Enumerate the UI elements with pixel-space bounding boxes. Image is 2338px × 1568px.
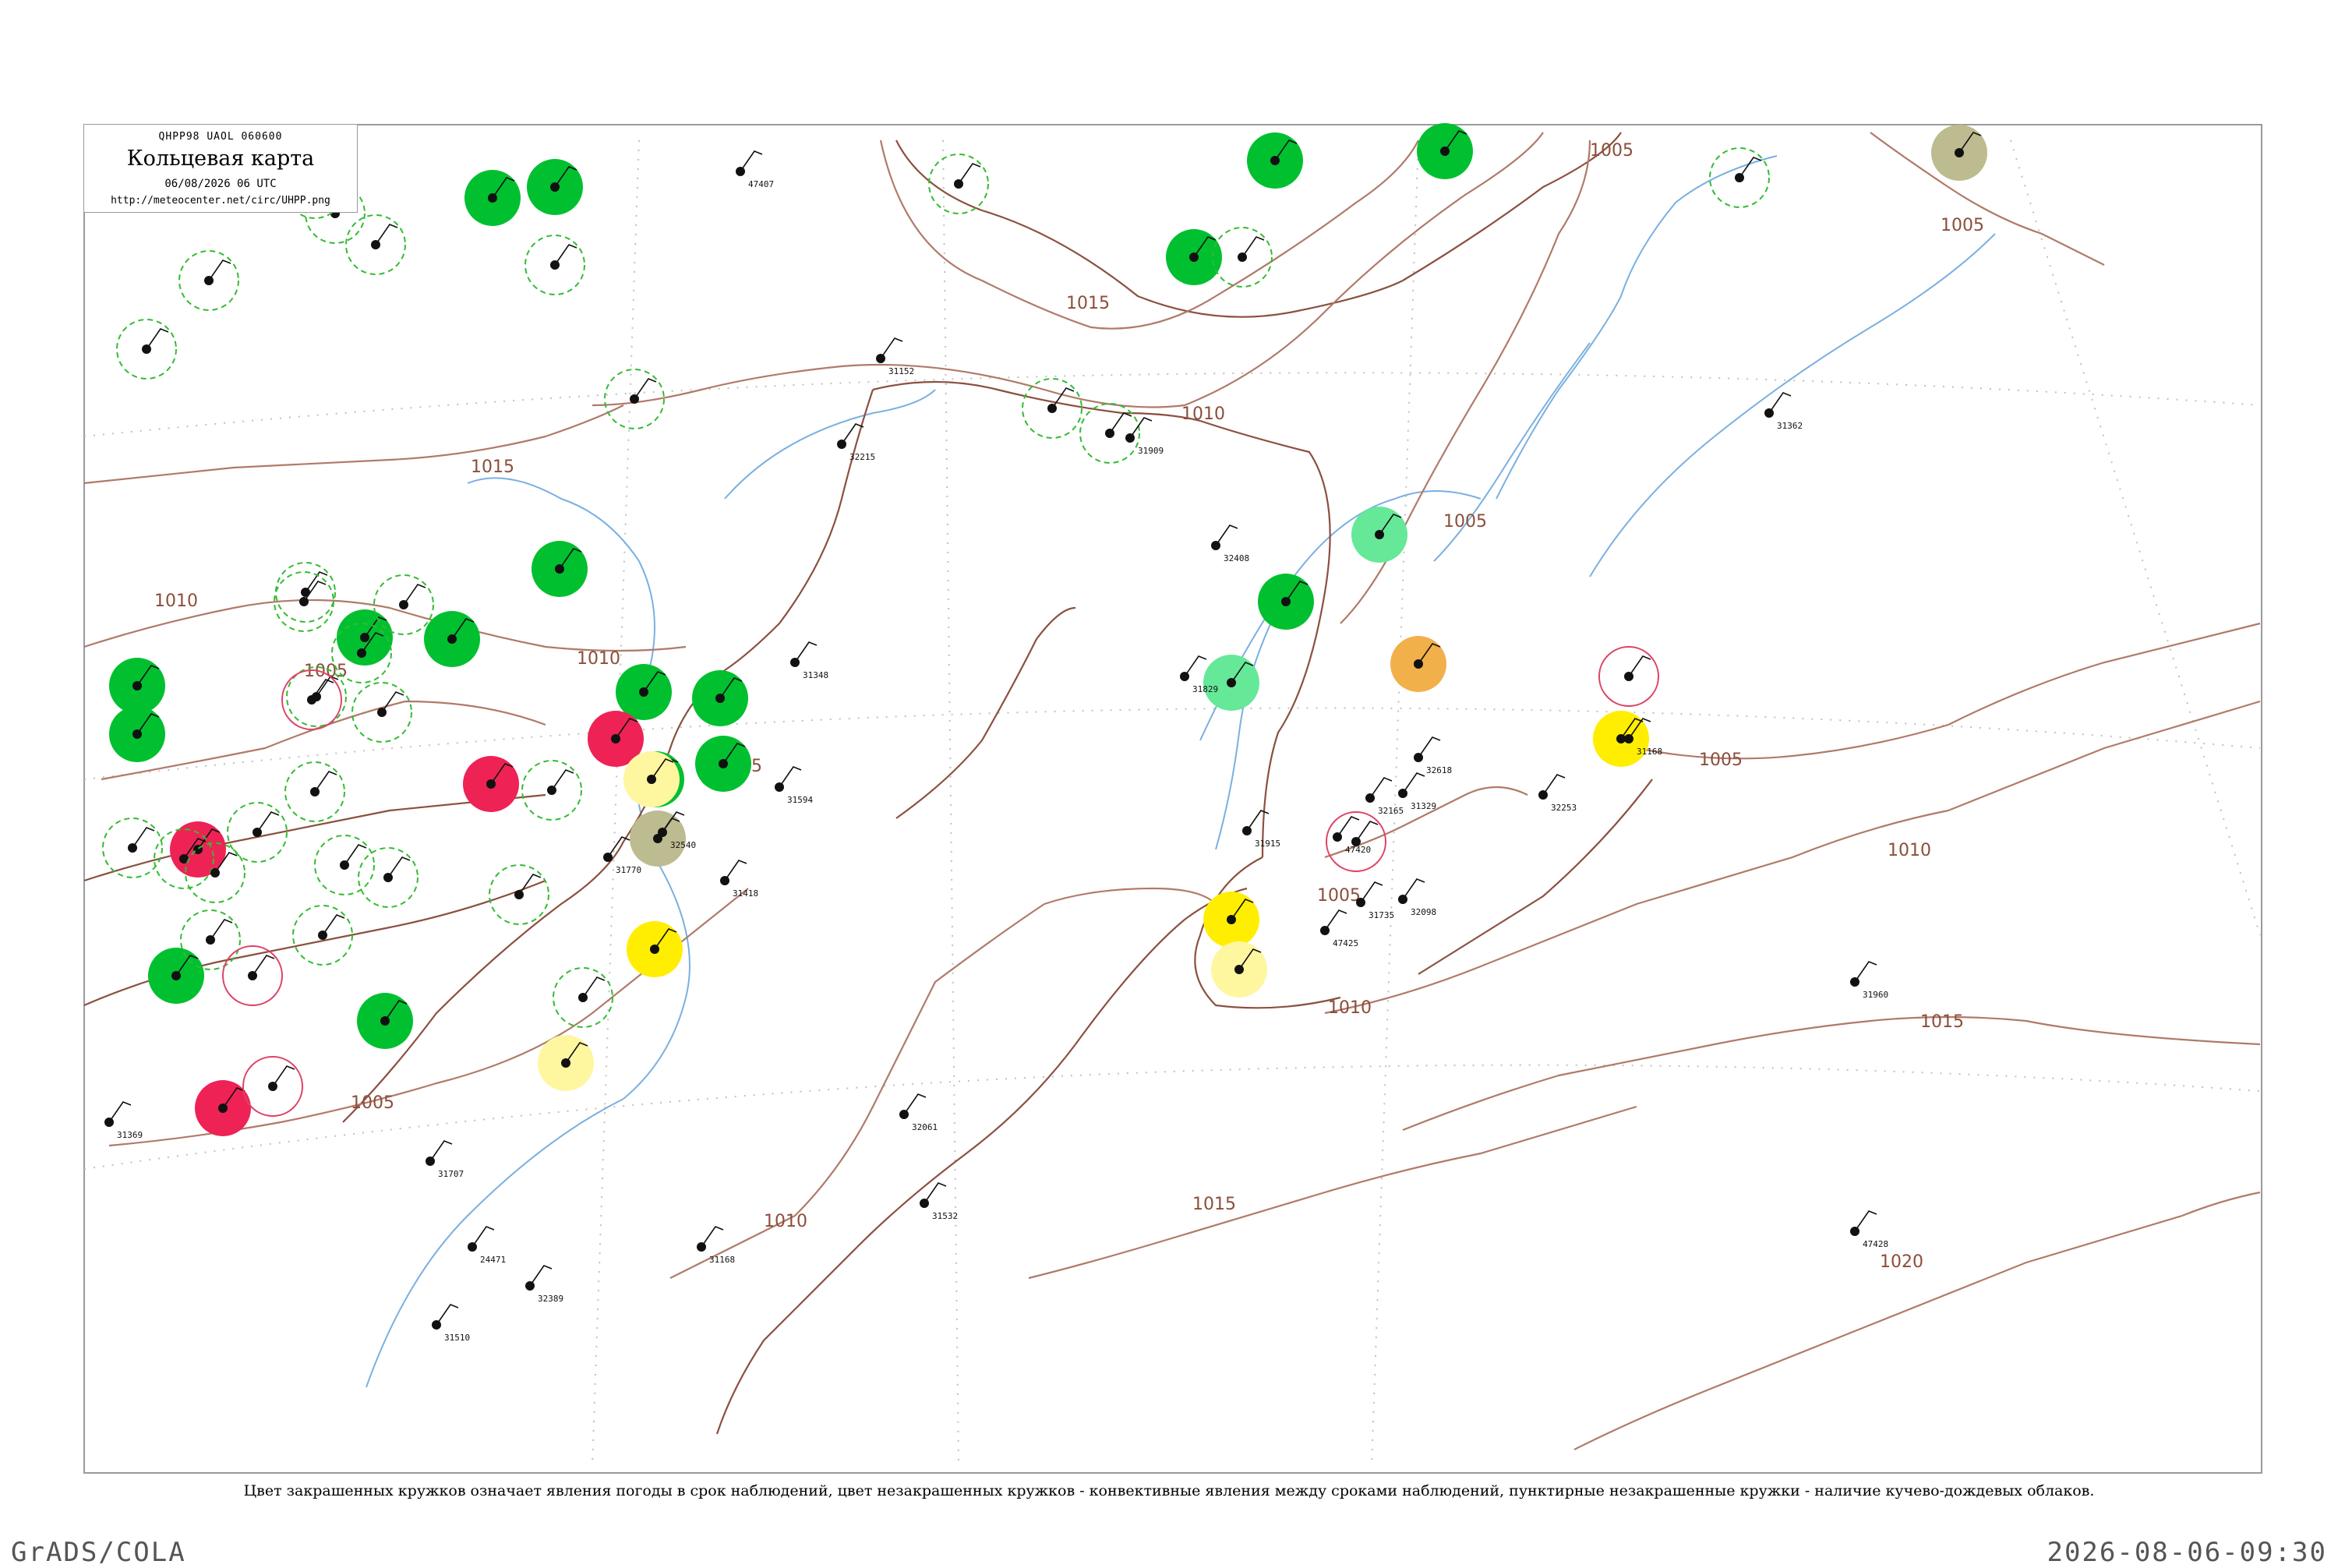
station-marker-mist [1211,941,1267,998]
station-code: 32061 [912,1122,938,1132]
station-marker-rain [109,706,165,762]
station-code: 32098 [1411,907,1436,917]
station-code: 31168 [1637,747,1662,757]
isobar-label: 1005 [1941,216,1984,235]
station-code: 31329 [1411,801,1436,811]
station-marker-rain [692,670,748,726]
isobar-label: 1005 [304,662,348,681]
station-marker-mist [538,1035,594,1091]
isobar-label: 1015 [1066,294,1110,313]
station-code: 31960 [1863,990,1888,1000]
station-code: 31348 [803,670,828,680]
station-code: 31829 [1192,684,1218,694]
map-header-box: QHPP98 UAOL 060600 Кольцевая карта 06/08… [84,125,358,213]
station-dot [1365,793,1375,803]
station-code: 31362 [1777,421,1803,431]
isobar-label: 1005 [1443,512,1487,531]
station-code: 47407 [748,179,774,189]
station-marker-rain [424,611,480,667]
station-code: 31915 [1255,839,1280,849]
station-code: 31168 [709,1255,735,1265]
isobar-label: 1010 [764,1212,807,1231]
station-code: 31418 [733,888,758,899]
station-code: 32389 [538,1294,563,1304]
station-code: 31735 [1369,910,1394,920]
station-code: 31532 [932,1211,958,1221]
station-marker-rain [616,664,672,720]
isobar-label: 1005 [351,1093,394,1113]
map-datetime: 06/08/2026 06 UTC [164,178,277,190]
station-marker-rain [527,159,583,215]
bulletin-code: QHPP98 UAOL 060600 [158,131,283,143]
station-marker-drizzle [1390,636,1446,692]
station-code: 47425 [1333,938,1358,948]
station-marker-fog [1203,892,1259,948]
station-marker-fog [1593,711,1649,767]
station-code: 32408 [1224,553,1249,563]
station-code: 32253 [1551,803,1577,813]
source-url: http://meteocenter.net/circ/UHPP.png [111,195,330,207]
station-code: 32618 [1426,765,1452,775]
software-credit: GrADS/COLA [11,1537,186,1568]
station-code: 47428 [1863,1239,1888,1249]
station-code: 31369 [117,1130,143,1140]
isobar-label: 1020 [1880,1252,1923,1272]
station-code: 47420 [1345,845,1371,855]
legend-caption: Цвет закрашенных кружков означает явлени… [243,1482,2095,1499]
station-code: 31594 [787,795,813,805]
station-marker-rain [532,541,588,597]
isobar-label: 1010 [154,592,198,611]
isobar-label: 1005 [1699,750,1743,770]
station-code: 32540 [670,840,696,850]
map-border [83,124,2262,1474]
map-title: Кольцевая карта [126,147,315,171]
station-code: 31152 [888,366,914,376]
isobar-label: 1005 [1590,141,1633,161]
isobar-label: 1015 [1920,1012,1964,1032]
station-marker-showers [1351,507,1407,563]
station-marker-rain [1258,574,1314,630]
station-code: 31909 [1138,446,1164,456]
station-marker-thunder [463,756,519,812]
map-canvas: 1005 1005 1015 1010 1015 1010 1010 1005 … [83,123,2262,1474]
station-code: 31770 [616,865,641,875]
station-code: 31510 [444,1333,470,1343]
station-marker-rain [695,736,751,792]
synoptic-map: 1005 1005 1015 1010 1015 1010 1010 1005 … [0,0,2338,1559]
station-marker-rain [109,658,165,714]
isobar-label: 1005 [1317,886,1361,906]
isobar-label: 1010 [1328,998,1372,1018]
generation-timestamp: 2026-08-06-09:30 [2047,1537,2327,1568]
station-marker-rain [1247,132,1303,189]
isobar-label: 1010 [1181,404,1225,424]
station-marker-mist [623,751,680,807]
isobar-label: 1015 [471,457,514,477]
isobar-label: 1010 [577,649,620,669]
station-marker-rain [357,993,413,1049]
station-marker-rain [337,609,393,666]
station-marker-rain [148,948,204,1004]
station-code: 32215 [849,452,875,462]
station-code: 32165 [1378,806,1404,816]
station-code: 24471 [480,1255,506,1265]
isobar-label: 1010 [1888,841,1931,860]
station-marker-rain [1417,123,1473,179]
station-marker-rain [464,170,521,226]
station-marker-rain [1166,229,1222,285]
station-marker-haze [1931,125,1987,181]
isobar-label: 1015 [1192,1195,1236,1214]
station-code: 31707 [438,1169,464,1179]
station-marker-haze [630,810,686,867]
station-marker-fog [627,921,683,977]
station-marker-showers [1203,655,1259,711]
